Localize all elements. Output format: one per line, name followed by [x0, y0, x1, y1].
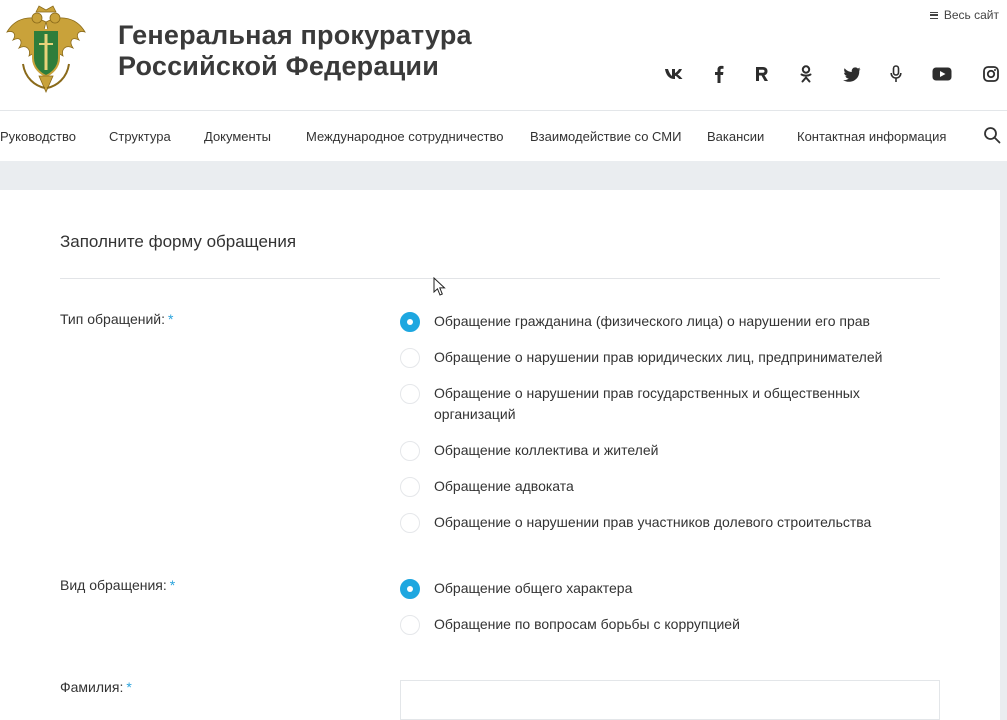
nav-item-leadership[interactable]: Руководство	[0, 129, 76, 144]
site-title-line1: Генеральная прокуратура	[118, 20, 472, 50]
radio-label: Обращение о нарушении прав государственн…	[434, 385, 860, 422]
nav-item-international[interactable]: Международное сотрудничество	[306, 129, 503, 144]
radio-label: Обращение о нарушении прав участников до…	[434, 514, 872, 530]
appeal-type-option[interactable]: Обращение о нарушении прав государственн…	[400, 384, 904, 425]
appeal-kind-option[interactable]: Обращение по вопросам борьбы с коррупцие…	[400, 615, 904, 635]
appeal-kind-label: Вид обращения: *	[60, 577, 175, 593]
appeal-type-option[interactable]: Обращение о нарушении прав юридических л…	[400, 348, 904, 368]
required-mark: *	[168, 311, 174, 327]
rutube-icon[interactable]	[750, 62, 774, 86]
surname-label: Фамилия: *	[60, 679, 132, 695]
youtube-icon[interactable]	[930, 62, 954, 86]
appeal-kind-option[interactable]: Обращение общего характера	[400, 579, 904, 599]
all-site-label: Весь сайт	[943, 8, 999, 22]
social-links	[0, 62, 1007, 86]
radio-unchecked[interactable]	[400, 441, 420, 461]
radio-label: Обращение по вопросам борьбы с коррупцие…	[434, 616, 740, 632]
title-divider	[60, 278, 940, 279]
radio-unchecked[interactable]	[400, 384, 420, 404]
form-title: Заполните форму обращения	[60, 232, 297, 251]
required-mark: *	[126, 679, 132, 695]
radio-unchecked[interactable]	[400, 615, 420, 635]
twitter-icon[interactable]	[840, 62, 864, 86]
radio-label: Обращение гражданина (физического лица) …	[434, 313, 870, 329]
nav-item-media[interactable]: Взаимодействие со СМИ	[530, 129, 681, 144]
radio-label: Обращение общего характера	[434, 580, 633, 596]
podcast-icon[interactable]	[884, 62, 908, 86]
site-header: Генеральная прокуратура Российской Федер…	[0, 0, 1007, 110]
appeal-type-option[interactable]: Обращение адвоката	[400, 477, 904, 497]
main-nav: Руководство Структура Документы Междунар…	[0, 110, 1007, 161]
appeal-type-option[interactable]: Обращение коллектива и жителей	[400, 441, 904, 461]
radio-unchecked[interactable]	[400, 348, 420, 368]
menu-icon	[929, 11, 938, 19]
mouse-cursor-icon	[433, 277, 446, 296]
surname-input[interactable]	[400, 680, 940, 720]
radio-label: Обращение о нарушении прав юридических л…	[434, 349, 883, 365]
nav-item-vacancies[interactable]: Вакансии	[707, 129, 764, 144]
radio-label: Обращение коллектива и жителей	[434, 442, 659, 458]
appeal-kind-label-text: Вид обращения:	[60, 577, 167, 593]
radio-unchecked[interactable]	[400, 477, 420, 497]
search-icon[interactable]	[983, 126, 1001, 144]
appeal-type-label-text: Тип обращений:	[60, 311, 166, 327]
vk-icon[interactable]	[662, 62, 686, 86]
appeal-form-card: Заполните форму обращения Тип обращений:…	[0, 190, 1000, 720]
appeal-type-option[interactable]: Обращение гражданина (физического лица) …	[400, 312, 904, 332]
radio-label: Обращение адвоката	[434, 478, 574, 494]
radio-checked[interactable]	[400, 579, 420, 599]
nav-item-contacts[interactable]: Контактная информация	[797, 129, 946, 144]
surname-label-text: Фамилия:	[60, 679, 124, 695]
required-mark: *	[169, 577, 176, 593]
nav-item-structure[interactable]: Структура	[109, 129, 171, 144]
all-site-button[interactable]: Весь сайт	[929, 8, 999, 22]
facebook-icon[interactable]	[707, 62, 731, 86]
appeal-type-option[interactable]: Обращение о нарушении прав участников до…	[400, 513, 904, 533]
odnoklassniki-icon[interactable]	[794, 62, 818, 86]
appeal-type-label: Тип обращений: *	[60, 311, 173, 327]
instagram-icon[interactable]	[979, 62, 1003, 86]
radio-checked[interactable]	[400, 312, 420, 332]
nav-item-documents[interactable]: Документы	[204, 129, 271, 144]
radio-unchecked[interactable]	[400, 513, 420, 533]
